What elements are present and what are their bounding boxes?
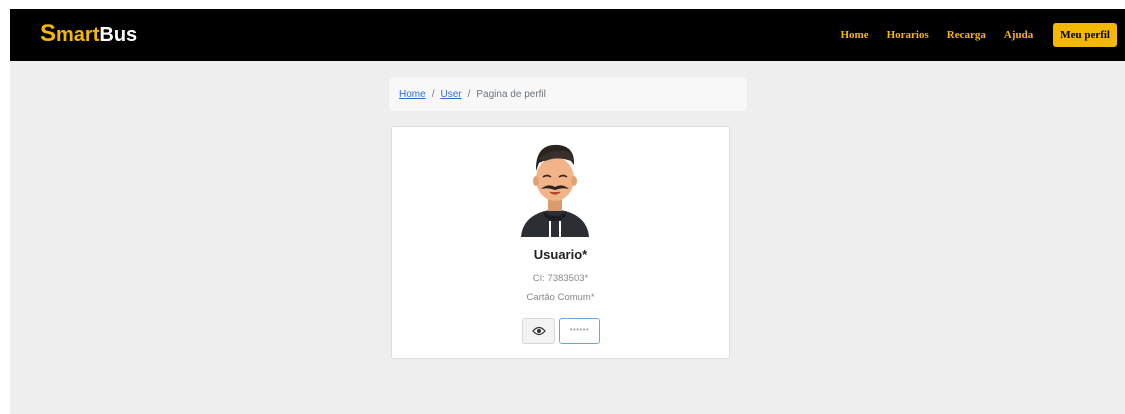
profile-card-type: Cartão Comum* bbox=[526, 292, 595, 303]
nav-link-home[interactable]: Home bbox=[840, 29, 868, 41]
brand-logo-mart: mart bbox=[56, 23, 100, 46]
profile-button[interactable]: Meu perfil bbox=[1053, 23, 1117, 47]
breadcrumb-separator: / bbox=[431, 88, 435, 100]
top-navbar: S mart Bus Home Horarios Recarga Ajuda M… bbox=[10, 9, 1125, 61]
password-field[interactable]: ****** bbox=[559, 318, 600, 344]
page-border-top bbox=[0, 0, 1125, 9]
breadcrumb-user-link[interactable]: User bbox=[440, 89, 461, 100]
page-border-left bbox=[0, 0, 10, 414]
brand-logo[interactable]: S mart Bus bbox=[40, 20, 138, 49]
nav-link-ajuda[interactable]: Ajuda bbox=[1004, 29, 1033, 41]
profile-name: Usuario* bbox=[533, 247, 588, 262]
eye-icon bbox=[531, 326, 546, 336]
breadcrumb-separator: / bbox=[467, 88, 471, 100]
show-password-button[interactable] bbox=[522, 318, 555, 344]
brand-logo-bus: Bus bbox=[99, 23, 138, 46]
profile-ci: CI: 7383503* bbox=[532, 273, 589, 284]
user-avatar bbox=[521, 144, 589, 237]
nav-link-recarga[interactable]: Recarga bbox=[947, 29, 986, 41]
breadcrumb-current: Pagina de perfil bbox=[476, 88, 546, 100]
breadcrumb: Home / User / Pagina de perfil bbox=[389, 77, 747, 111]
nav-links: Home Horarios Recarga Ajuda Meu perfil bbox=[822, 9, 1117, 61]
nav-link-horarios[interactable]: Horarios bbox=[887, 29, 929, 41]
brand-logo-s: S bbox=[40, 20, 57, 47]
breadcrumb-home-link[interactable]: Home bbox=[399, 89, 426, 100]
profile-card: Usuario* CI: 7383503* Cartão Comum* ****… bbox=[391, 126, 730, 359]
